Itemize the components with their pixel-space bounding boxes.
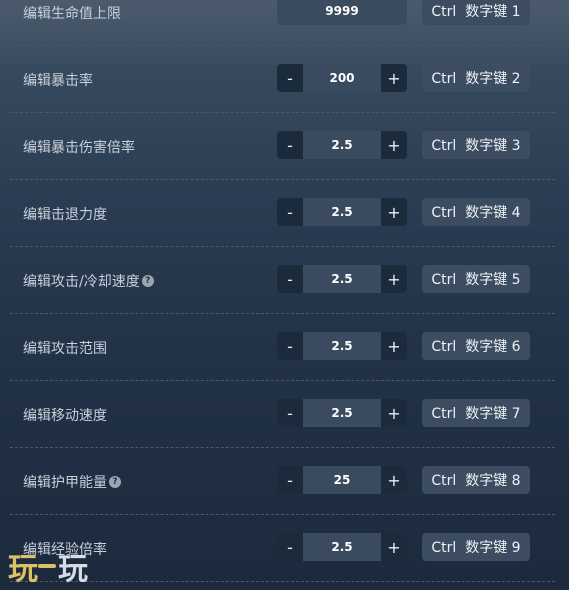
max-health-input[interactable]: 9999 — [277, 0, 407, 25]
option-label: 编辑攻击范围 — [23, 341, 107, 357]
increment-button[interactable]: + — [381, 64, 407, 92]
row-divider — [10, 581, 555, 582]
stepper-value-input[interactable]: 2.5 — [303, 131, 381, 159]
hotkey-button[interactable]: Ctrl 数字键 8 — [422, 466, 530, 494]
option-row-max-health: 编辑生命值上限 9999 Ctrl 数字键 1 — [0, 0, 569, 46]
cheat-options-panel: 编辑生命值上限 9999 Ctrl 数字键 1 编辑暴击率 - 200 + Ct… — [0, 0, 569, 582]
decrement-button[interactable]: - — [277, 265, 303, 293]
armor-energy-stepper: - 25 + — [277, 466, 407, 494]
decrement-button[interactable]: - — [277, 198, 303, 226]
attack-speed-stepper: - 2.5 + — [277, 265, 407, 293]
option-row-attack-speed: 编辑攻击/冷却速度? - 2.5 + Ctrl 数字键 5 — [0, 247, 569, 314]
help-icon[interactable]: ? — [141, 275, 154, 287]
option-row-crit-rate: 编辑暴击率 - 200 + Ctrl 数字键 2 — [0, 46, 569, 113]
attack-range-stepper: - 2.5 + — [277, 332, 407, 360]
increment-button[interactable]: + — [381, 131, 407, 159]
increment-button[interactable]: + — [381, 466, 407, 494]
hotkey-button[interactable]: Ctrl 数字键 9 — [422, 533, 530, 561]
option-row-move-speed: 编辑移动速度 - 2.5 + Ctrl 数字键 7 — [0, 381, 569, 448]
option-row-attack-range: 编辑攻击范围 - 2.5 + Ctrl 数字键 6 — [0, 314, 569, 381]
decrement-button[interactable]: - — [277, 332, 303, 360]
knockback-stepper: - 2.5 + — [277, 198, 407, 226]
hotkey-button[interactable]: Ctrl 数字键 7 — [422, 399, 530, 427]
stepper-value-input[interactable]: 25 — [303, 466, 381, 494]
stepper-value-input[interactable]: 2.5 — [303, 198, 381, 226]
decrement-button[interactable]: - — [277, 64, 303, 92]
increment-button[interactable]: + — [381, 399, 407, 427]
option-label: 编辑生命值上限 — [23, 6, 121, 22]
xp-multiplier-stepper: - 2.5 + — [277, 533, 407, 561]
hotkey-button[interactable]: Ctrl 数字键 4 — [422, 198, 530, 226]
decrement-button[interactable]: - — [277, 131, 303, 159]
increment-button[interactable]: + — [381, 332, 407, 360]
stepper-value-input[interactable]: 2.5 — [303, 533, 381, 561]
watermark-dash — [38, 564, 56, 568]
watermark-logo: 玩 玩 — [8, 552, 88, 587]
option-row-knockback: 编辑击退力度 - 2.5 + Ctrl 数字键 4 — [0, 180, 569, 247]
decrement-button[interactable]: - — [277, 466, 303, 494]
hotkey-button[interactable]: Ctrl 数字键 2 — [422, 64, 530, 92]
stepper-value-input[interactable]: 2.5 — [303, 399, 381, 427]
increment-button[interactable]: + — [381, 265, 407, 293]
decrement-button[interactable]: - — [277, 533, 303, 561]
hotkey-button[interactable]: Ctrl 数字键 6 — [422, 332, 530, 360]
option-label: 编辑击退力度 — [23, 207, 107, 223]
option-label: 编辑攻击/冷却速度? — [23, 271, 154, 291]
option-row-crit-damage: 编辑暴击伤害倍率 - 2.5 + Ctrl 数字键 3 — [0, 113, 569, 180]
increment-button[interactable]: + — [381, 198, 407, 226]
crit-damage-stepper: - 2.5 + — [277, 131, 407, 159]
hotkey-button[interactable]: Ctrl 数字键 3 — [422, 131, 530, 159]
option-label: 编辑暴击率 — [23, 73, 93, 89]
move-speed-stepper: - 2.5 + — [277, 399, 407, 427]
option-label: 编辑移动速度 — [23, 408, 107, 424]
help-icon[interactable]: ? — [109, 476, 121, 488]
increment-button[interactable]: + — [381, 533, 407, 561]
hotkey-button[interactable]: Ctrl 数字键 5 — [422, 265, 530, 293]
decrement-button[interactable]: - — [277, 399, 303, 427]
hotkey-button[interactable]: Ctrl 数字键 1 — [422, 0, 530, 25]
option-row-armor-energy: 编辑护甲能量? - 25 + Ctrl 数字键 8 — [0, 448, 569, 515]
stepper-value-input[interactable]: 200 — [303, 64, 381, 92]
stepper-value-input[interactable]: 2.5 — [303, 265, 381, 293]
crit-rate-stepper: - 200 + — [277, 64, 407, 92]
stepper-value-input[interactable]: 2.5 — [303, 332, 381, 360]
option-label: 编辑护甲能量? — [23, 472, 121, 492]
option-label: 编辑暴击伤害倍率 — [23, 140, 135, 156]
